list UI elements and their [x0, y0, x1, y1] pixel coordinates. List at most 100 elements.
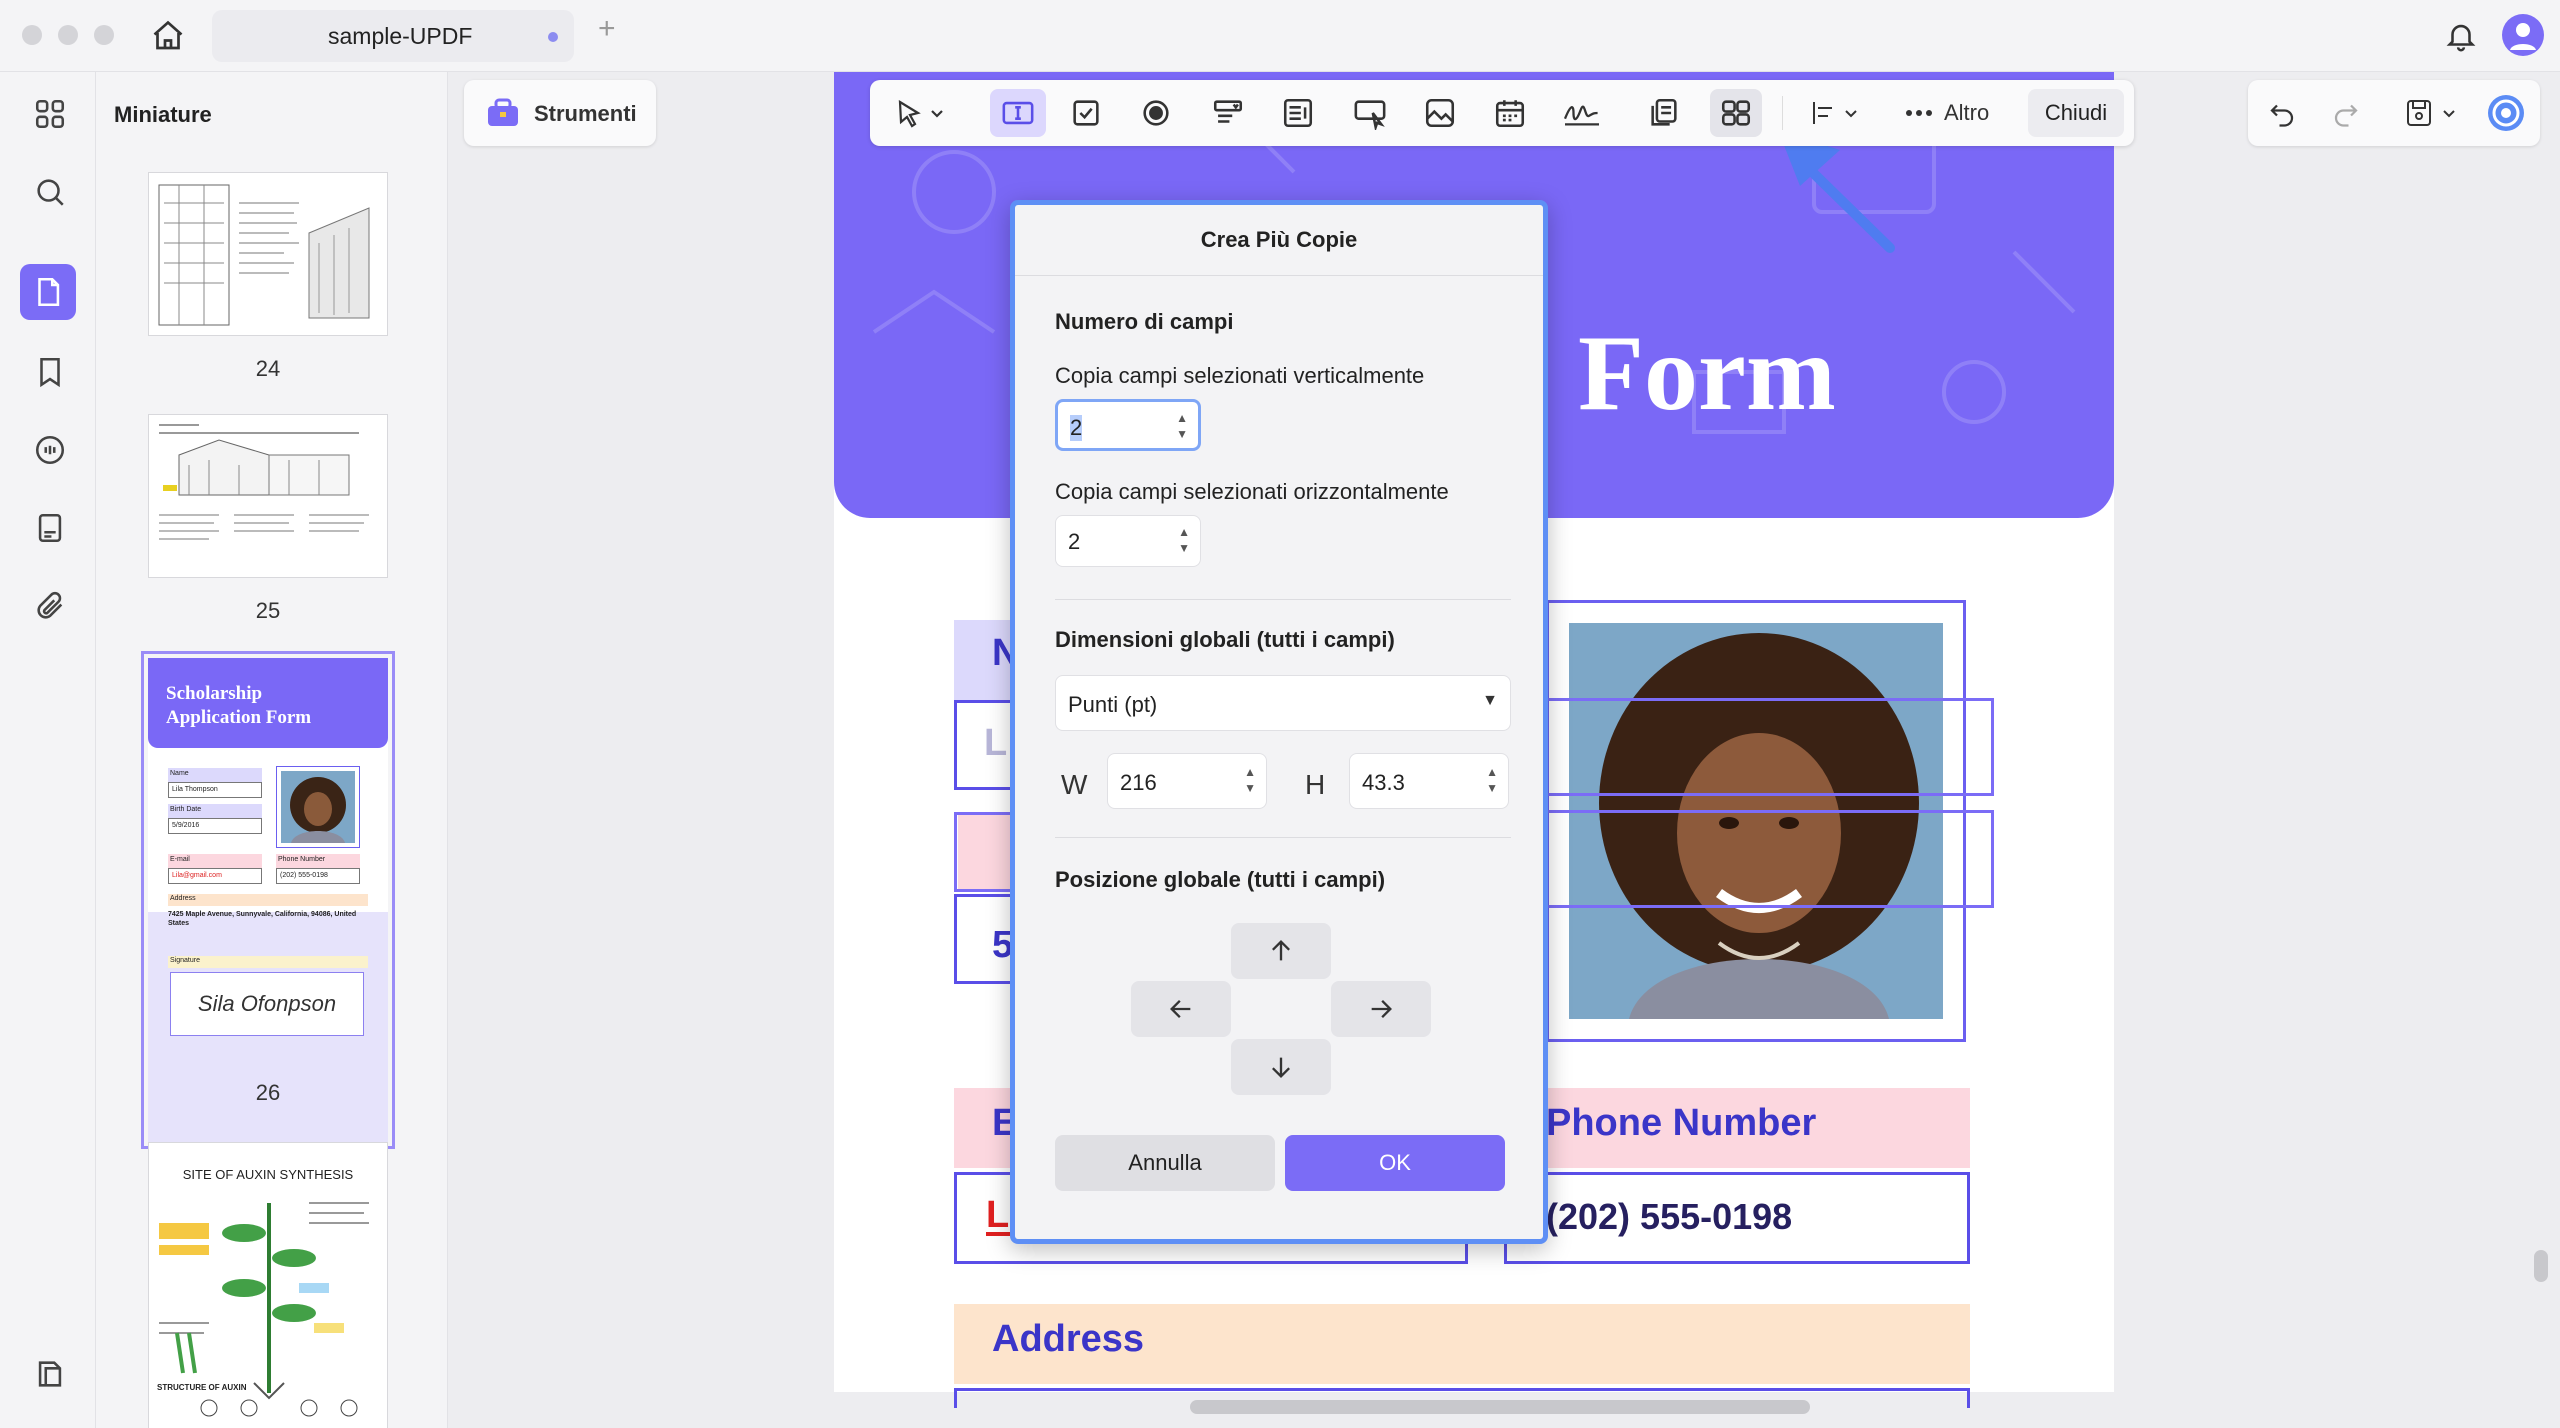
birth-field-fragment — [954, 894, 1014, 984]
bell-icon[interactable] — [2444, 18, 2478, 54]
radio-button-tool-button[interactable] — [1130, 89, 1182, 137]
phone-number-label: Phone Number — [1546, 1102, 1817, 1144]
window-zoom-button[interactable] — [94, 25, 114, 45]
layers-icon[interactable] — [28, 1352, 72, 1396]
dialog-divider — [1055, 599, 1511, 600]
form-fields-icon[interactable] — [28, 506, 72, 550]
title-bar: sample-UPDF + — [0, 0, 2560, 72]
date-field-tool-button[interactable] — [1484, 89, 1536, 137]
page-thumbnail-25[interactable] — [148, 414, 388, 578]
ok-button[interactable]: OK — [1285, 1135, 1505, 1191]
selected-field-outline-1 — [1546, 698, 1994, 796]
more-button[interactable]: Altro — [1944, 100, 1989, 126]
move-up-button[interactable] — [1231, 923, 1331, 979]
document-tab[interactable]: sample-UPDF — [212, 10, 574, 62]
height-value: 43.3 — [1362, 770, 1405, 795]
thumbnails-title: Miniature — [114, 102, 212, 127]
address-label: Address — [992, 1318, 1145, 1360]
field-count-heading: Numero di campi — [1055, 309, 1234, 334]
comment-icon[interactable] — [28, 428, 72, 472]
home-icon[interactable] — [150, 18, 186, 54]
dialog-divider — [1055, 837, 1511, 838]
close-toolbar-button[interactable]: Chiudi — [2028, 89, 2124, 137]
page-thumbnail-27[interactable]: SITE OF AUXIN SYNTHESIS STRUCTURE OF AUX… — [148, 1142, 388, 1428]
width-label: W — [1061, 769, 1088, 800]
tools-button[interactable]: Strumenti — [464, 80, 656, 146]
page-number-24: 24 — [255, 356, 281, 381]
selected-field-outline-2 — [1546, 810, 1994, 908]
width-value: 216 — [1120, 770, 1157, 795]
arrow-left-icon — [1170, 1000, 1191, 1018]
tools-label: Strumenti — [534, 101, 637, 126]
text-field-tool-button[interactable] — [990, 89, 1046, 137]
thumbnails-icon[interactable] — [20, 264, 76, 320]
phone-number-value: (202) 555-0198 — [1546, 1196, 1793, 1237]
height-label: H — [1305, 769, 1326, 800]
move-down-button[interactable] — [1231, 1039, 1331, 1095]
copy-tool-button[interactable] — [1638, 89, 1690, 137]
horizontal-copies-value: 2 — [1068, 529, 1081, 554]
attachment-icon[interactable] — [28, 584, 72, 628]
horizontal-copies-label: Copia campi selezionati orizzontalmente — [1055, 479, 1449, 504]
image-field-tool-button[interactable] — [1414, 89, 1466, 137]
stepper-arrows-icon[interactable]: ▲ ▼ — [1244, 764, 1256, 796]
dialog-title: Crea Più Copie — [1200, 227, 1358, 252]
arrow-down-icon — [1272, 1057, 1290, 1078]
stepper-arrows-icon[interactable]: ▲ ▼ — [1176, 410, 1188, 442]
page-number-25: 25 — [255, 598, 281, 623]
arrow-right-icon — [1371, 1000, 1392, 1018]
toolbox-icon — [486, 98, 520, 128]
selected-field-fragment — [954, 812, 1014, 892]
window-close-button[interactable] — [22, 25, 42, 45]
bookmark-icon[interactable] — [28, 350, 72, 394]
undo-icon[interactable] — [2256, 89, 2308, 137]
horizontal-scrollbar[interactable] — [1190, 1400, 1810, 1414]
stepper-arrows-icon[interactable]: ▲ ▼ — [1178, 524, 1190, 556]
unsaved-dot-icon — [548, 32, 558, 42]
page-thumbnail-24[interactable] — [148, 172, 388, 336]
global-position-heading: Posizione globale (tutti i campi) — [1055, 867, 1386, 892]
height-input[interactable]: 43.3 ▲ ▼ — [1349, 753, 1509, 809]
thumbnails-panel: Miniature 24 25 Scholarship Application … — [96, 72, 536, 1428]
toolbar-divider — [1782, 96, 1783, 130]
thumbnail-photo — [281, 771, 355, 843]
align-tool-button[interactable] — [1796, 89, 1876, 137]
checkbox-tool-button[interactable] — [1060, 89, 1112, 137]
left-icon-bar — [0, 72, 96, 1428]
global-size-heading: Dimensioni globali (tutti i campi) — [1055, 627, 1395, 652]
dialog-header-divider — [1015, 275, 1543, 276]
horizontal-copies-stepper[interactable]: 2 ▲ ▼ — [1055, 515, 1201, 567]
move-left-button[interactable] — [1131, 981, 1231, 1037]
vertical-copies-label: Copia campi selezionati verticalmente — [1055, 363, 1425, 388]
vertical-copies-value: 2 — [1070, 415, 1083, 441]
unit-select-value: Punti (pt) — [1068, 692, 1158, 717]
signature-tool-button[interactable] — [1556, 89, 1608, 137]
select-tool-button[interactable] — [878, 89, 958, 137]
width-input[interactable]: 216 ▲ ▼ — [1107, 753, 1267, 809]
page-thumbnail-26[interactable]: Scholarship Application Form Name Lila T… — [141, 651, 395, 1149]
vertical-scrollbar[interactable] — [2534, 1250, 2548, 1282]
list-box-tool-button[interactable] — [1272, 89, 1324, 137]
more-dots-icon — [1904, 100, 1934, 126]
vertical-copies-stepper[interactable]: 2 ▲ ▼ — [1055, 399, 1201, 451]
right-toolbar — [2248, 80, 2540, 146]
user-avatar-icon[interactable] — [2502, 14, 2544, 56]
search-icon[interactable] — [28, 170, 72, 214]
unit-select[interactable]: Punti (pt) ▼ — [1055, 675, 1511, 731]
cancel-button[interactable]: Annulla — [1055, 1135, 1275, 1191]
document-tab-title: sample-UPDF — [328, 23, 473, 49]
move-right-button[interactable] — [1331, 981, 1431, 1037]
ai-assistant-icon[interactable] — [2480, 89, 2532, 137]
multiple-copies-tool-button[interactable] — [1710, 89, 1762, 137]
combo-box-tool-button[interactable] — [1202, 89, 1254, 137]
save-menu-button[interactable] — [2390, 89, 2474, 137]
stepper-arrows-icon[interactable]: ▲ ▼ — [1486, 764, 1498, 796]
redo-icon[interactable] — [2320, 89, 2372, 137]
new-tab-button[interactable]: + — [598, 12, 616, 46]
window-minimize-button[interactable] — [58, 25, 78, 45]
apps-grid-icon[interactable] — [28, 92, 72, 136]
arrow-up-icon — [1272, 940, 1290, 961]
thumbnail-heading: Scholarship Application Form — [166, 683, 312, 728]
form-toolbar: Altro Chiudi — [870, 80, 2134, 146]
button-tool-button[interactable] — [1344, 89, 1396, 137]
